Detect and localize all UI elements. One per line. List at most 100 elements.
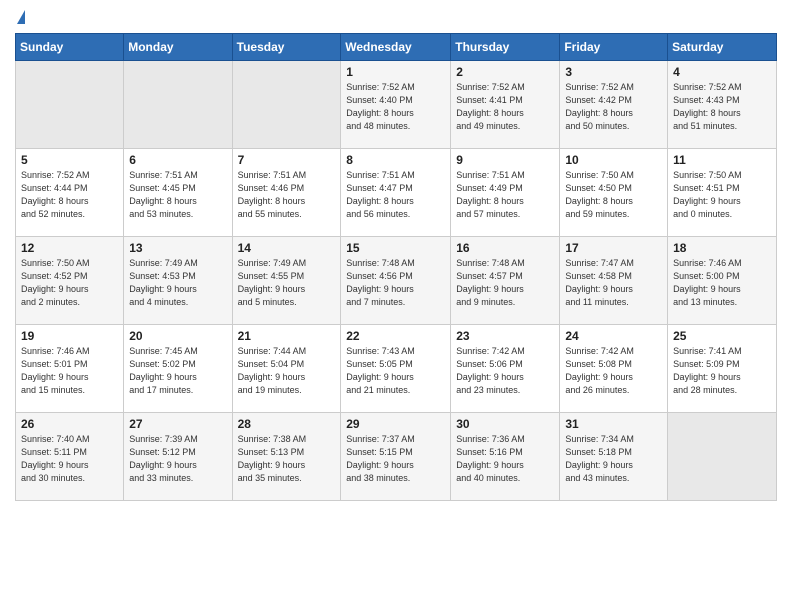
day-info: Sunrise: 7:39 AM Sunset: 5:12 PM Dayligh… [129,433,226,485]
day-number: 6 [129,153,226,167]
day-info: Sunrise: 7:43 AM Sunset: 5:05 PM Dayligh… [346,345,445,397]
day-info: Sunrise: 7:47 AM Sunset: 4:58 PM Dayligh… [565,257,662,309]
calendar-day-header: Thursday [451,34,560,61]
calendar-cell: 12 Sunrise: 7:50 AM Sunset: 4:52 PM Dayli… [16,237,124,325]
calendar-cell: 2 Sunrise: 7:52 AM Sunset: 4:41 PM Daylig… [451,61,560,149]
calendar-cell: 24 Sunrise: 7:42 AM Sunset: 5:08 PM Dayli… [560,325,668,413]
day-info: Sunrise: 7:50 AM Sunset: 4:52 PM Dayligh… [21,257,118,309]
calendar-cell: 3 Sunrise: 7:52 AM Sunset: 4:42 PM Daylig… [560,61,668,149]
calendar-cell: 13 Sunrise: 7:49 AM Sunset: 4:53 PM Dayli… [124,237,232,325]
day-number: 5 [21,153,118,167]
day-number: 13 [129,241,226,255]
day-info: Sunrise: 7:52 AM Sunset: 4:43 PM Dayligh… [673,81,771,133]
calendar-cell: 23Sunrise: 7:42 AM Sunset: 5:06 PM Dayli… [451,325,560,413]
calendar-cell: 1 Sunrise: 7:52 AM Sunset: 4:40 PM Daylig… [341,61,451,149]
calendar-day-header: Saturday [668,34,777,61]
day-number: 10 [565,153,662,167]
day-number: 24 [565,329,662,343]
day-info: Sunrise: 7:36 AM Sunset: 5:16 PM Dayligh… [456,433,554,485]
calendar-cell: 9 Sunrise: 7:51 AM Sunset: 4:49 PM Daylig… [451,149,560,237]
calendar-week-row: 5 Sunrise: 7:52 AM Sunset: 4:44 PM Daylig… [16,149,777,237]
day-number: 26 [21,417,118,431]
day-info: Sunrise: 7:50 AM Sunset: 4:50 PM Dayligh… [565,169,662,221]
day-number: 12 [21,241,118,255]
page: SundayMondayTuesdayWednesdayThursdayFrid… [0,0,792,516]
day-number: 23 [456,329,554,343]
calendar-day-header: Sunday [16,34,124,61]
calendar-cell: 10 Sunrise: 7:50 AM Sunset: 4:50 PM Dayli… [560,149,668,237]
calendar-week-row: 1 Sunrise: 7:52 AM Sunset: 4:40 PM Daylig… [16,61,777,149]
calendar-cell: 7Sunrise: 7:51 AM Sunset: 4:46 PM Daylig… [232,149,341,237]
day-info: Sunrise: 7:46 AM Sunset: 5:00 PM Dayligh… [673,257,771,309]
calendar-cell: 16 Sunrise: 7:48 AM Sunset: 4:57 PM Dayli… [451,237,560,325]
calendar-cell: 27Sunrise: 7:39 AM Sunset: 5:12 PM Dayli… [124,413,232,501]
calendar-cell: 30 Sunrise: 7:36 AM Sunset: 5:16 PM Dayli… [451,413,560,501]
day-number: 16 [456,241,554,255]
day-number: 17 [565,241,662,255]
day-number: 18 [673,241,771,255]
calendar-cell: 18 Sunrise: 7:46 AM Sunset: 5:00 PM Dayli… [668,237,777,325]
calendar-cell: 11 Sunrise: 7:50 AM Sunset: 4:51 PM Dayli… [668,149,777,237]
day-info: Sunrise: 7:51 AM Sunset: 4:45 PM Dayligh… [129,169,226,221]
calendar-day-header: Monday [124,34,232,61]
day-info: Sunrise: 7:52 AM Sunset: 4:40 PM Dayligh… [346,81,445,133]
calendar-cell: 25Sunrise: 7:41 AM Sunset: 5:09 PM Dayli… [668,325,777,413]
calendar-cell [668,413,777,501]
day-info: Sunrise: 7:34 AM Sunset: 5:18 PM Dayligh… [565,433,662,485]
day-number: 3 [565,65,662,79]
day-number: 31 [565,417,662,431]
day-number: 1 [346,65,445,79]
calendar-week-row: 12 Sunrise: 7:50 AM Sunset: 4:52 PM Dayli… [16,237,777,325]
day-info: Sunrise: 7:48 AM Sunset: 4:56 PM Dayligh… [346,257,445,309]
calendar: SundayMondayTuesdayWednesdayThursdayFrid… [15,33,777,501]
day-number: 11 [673,153,771,167]
day-number: 9 [456,153,554,167]
day-info: Sunrise: 7:45 AM Sunset: 5:02 PM Dayligh… [129,345,226,397]
calendar-cell: 29 Sunrise: 7:37 AM Sunset: 5:15 PM Dayli… [341,413,451,501]
day-number: 2 [456,65,554,79]
day-number: 29 [346,417,445,431]
calendar-header-row: SundayMondayTuesdayWednesdayThursdayFrid… [16,34,777,61]
calendar-week-row: 19 Sunrise: 7:46 AM Sunset: 5:01 PM Dayli… [16,325,777,413]
calendar-cell: 22Sunrise: 7:43 AM Sunset: 5:05 PM Dayli… [341,325,451,413]
calendar-cell: 14Sunrise: 7:49 AM Sunset: 4:55 PM Dayli… [232,237,341,325]
calendar-cell: 6 Sunrise: 7:51 AM Sunset: 4:45 PM Daylig… [124,149,232,237]
day-number: 30 [456,417,554,431]
day-info: Sunrise: 7:51 AM Sunset: 4:47 PM Dayligh… [346,169,445,221]
day-info: Sunrise: 7:48 AM Sunset: 4:57 PM Dayligh… [456,257,554,309]
calendar-cell: 21 Sunrise: 7:44 AM Sunset: 5:04 PM Dayli… [232,325,341,413]
calendar-cell: 8 Sunrise: 7:51 AM Sunset: 4:47 PM Daylig… [341,149,451,237]
calendar-cell: 26 Sunrise: 7:40 AM Sunset: 5:11 PM Dayli… [16,413,124,501]
day-info: Sunrise: 7:40 AM Sunset: 5:11 PM Dayligh… [21,433,118,485]
day-info: Sunrise: 7:37 AM Sunset: 5:15 PM Dayligh… [346,433,445,485]
calendar-cell: 15 Sunrise: 7:48 AM Sunset: 4:56 PM Dayli… [341,237,451,325]
day-info: Sunrise: 7:50 AM Sunset: 4:51 PM Dayligh… [673,169,771,221]
calendar-day-header: Tuesday [232,34,341,61]
day-info: Sunrise: 7:52 AM Sunset: 4:41 PM Dayligh… [456,81,554,133]
calendar-day-header: Wednesday [341,34,451,61]
day-number: 8 [346,153,445,167]
day-info: Sunrise: 7:49 AM Sunset: 4:53 PM Dayligh… [129,257,226,309]
calendar-cell: 19 Sunrise: 7:46 AM Sunset: 5:01 PM Dayli… [16,325,124,413]
day-info: Sunrise: 7:38 AM Sunset: 5:13 PM Dayligh… [238,433,336,485]
header [15,10,777,25]
day-number: 28 [238,417,336,431]
day-number: 19 [21,329,118,343]
day-info: Sunrise: 7:44 AM Sunset: 5:04 PM Dayligh… [238,345,336,397]
day-number: 21 [238,329,336,343]
calendar-cell: 5 Sunrise: 7:52 AM Sunset: 4:44 PM Daylig… [16,149,124,237]
calendar-cell: 28 Sunrise: 7:38 AM Sunset: 5:13 PM Dayli… [232,413,341,501]
day-info: Sunrise: 7:52 AM Sunset: 4:44 PM Dayligh… [21,169,118,221]
calendar-cell: 20Sunrise: 7:45 AM Sunset: 5:02 PM Dayli… [124,325,232,413]
day-info: Sunrise: 7:42 AM Sunset: 5:08 PM Dayligh… [565,345,662,397]
day-number: 15 [346,241,445,255]
day-number: 7 [238,153,336,167]
calendar-week-row: 26 Sunrise: 7:40 AM Sunset: 5:11 PM Dayli… [16,413,777,501]
calendar-cell [124,61,232,149]
day-number: 4 [673,65,771,79]
logo [15,10,25,25]
calendar-cell: 17 Sunrise: 7:47 AM Sunset: 4:58 PM Dayli… [560,237,668,325]
day-info: Sunrise: 7:46 AM Sunset: 5:01 PM Dayligh… [21,345,118,397]
day-info: Sunrise: 7:51 AM Sunset: 4:49 PM Dayligh… [456,169,554,221]
day-info: Sunrise: 7:52 AM Sunset: 4:42 PM Dayligh… [565,81,662,133]
